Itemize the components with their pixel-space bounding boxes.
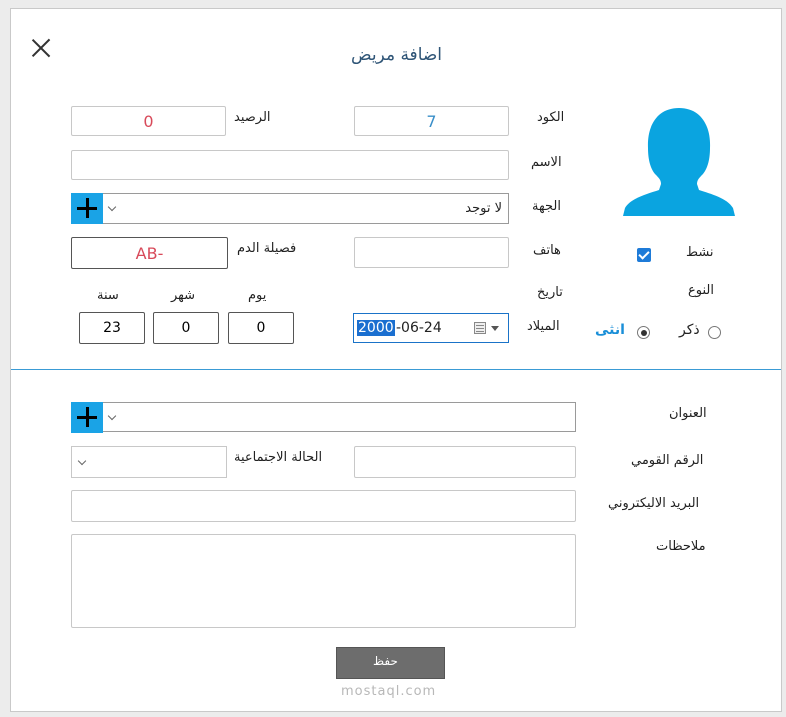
- gender-label: النوع: [688, 283, 714, 298]
- chevron-down-icon[interactable]: [78, 458, 87, 467]
- gender-female-radio[interactable]: [637, 326, 650, 339]
- marital-status-label: الحالة الاجتماعية: [234, 450, 323, 465]
- dialog-title: اضافة مريض: [351, 45, 443, 65]
- user-silhouette-icon: [623, 108, 735, 216]
- close-icon[interactable]: [30, 37, 52, 59]
- code-field[interactable]: [354, 106, 509, 136]
- birth-date-label-line1: تاريخ: [537, 285, 563, 300]
- phone-label: هاتف: [533, 243, 561, 258]
- chevron-down-icon[interactable]: [108, 204, 117, 213]
- notes-textarea[interactable]: [71, 534, 576, 628]
- age-days-field[interactable]: [228, 312, 294, 344]
- national-id-field[interactable]: [354, 446, 576, 478]
- active-label: نشط: [686, 245, 714, 260]
- national-id-label: الرقم القومي: [631, 453, 704, 468]
- phone-field[interactable]: [354, 237, 509, 268]
- add-entity-plus-icon[interactable]: [71, 193, 103, 224]
- balance-label: الرصيد: [234, 110, 271, 125]
- save-button-label: حفظ: [373, 654, 398, 668]
- address-combo[interactable]: [71, 402, 576, 433]
- age-years-field[interactable]: [79, 312, 145, 344]
- calendar-dropdown-icon[interactable]: [491, 326, 499, 331]
- entity-label: الجهة: [532, 199, 561, 214]
- age-months-label: شهر: [171, 288, 196, 303]
- add-address-plus-icon[interactable]: [71, 402, 103, 433]
- birth-date-picker[interactable]: 2000 -06-24: [353, 313, 509, 343]
- name-label: الاسم: [531, 155, 562, 170]
- code-label: الكود: [537, 110, 565, 125]
- calendar-icon[interactable]: [474, 322, 486, 334]
- gender-male-radio[interactable]: [708, 326, 721, 339]
- watermark: mostaql.com: [341, 684, 437, 699]
- email-field[interactable]: [71, 490, 576, 522]
- email-label: البريد الاليكتروني: [608, 496, 700, 511]
- gender-female-label: انثى: [595, 322, 625, 338]
- notes-label: ملاحظات: [656, 539, 706, 554]
- address-label: العنوان: [669, 406, 707, 421]
- blood-type-field[interactable]: [71, 237, 228, 269]
- marital-status-select[interactable]: [71, 446, 227, 478]
- balance-field[interactable]: [71, 106, 226, 136]
- blood-type-label: فصيلة الدم: [237, 241, 297, 256]
- chevron-down-icon[interactable]: [108, 413, 117, 422]
- add-patient-dialog: اضافة مريض الكود الرصيد الاسم الجهة لا ت…: [10, 8, 782, 712]
- age-years-label: سنة: [97, 288, 119, 303]
- section-divider: [11, 369, 781, 370]
- gender-male-label: ذكر: [679, 322, 700, 338]
- age-months-field[interactable]: [153, 312, 219, 344]
- name-field[interactable]: [71, 150, 509, 180]
- birth-date-year-selected: 2000: [357, 320, 395, 336]
- birth-date-rest: -06-24: [396, 320, 442, 336]
- entity-combo[interactable]: لا توجد: [71, 193, 509, 224]
- entity-value: لا توجد: [465, 201, 502, 216]
- active-checkbox[interactable]: [637, 248, 651, 262]
- birth-date-label-line2: الميلاد: [527, 319, 560, 334]
- save-button[interactable]: حفظ: [336, 647, 445, 679]
- age-days-label: يوم: [248, 288, 267, 303]
